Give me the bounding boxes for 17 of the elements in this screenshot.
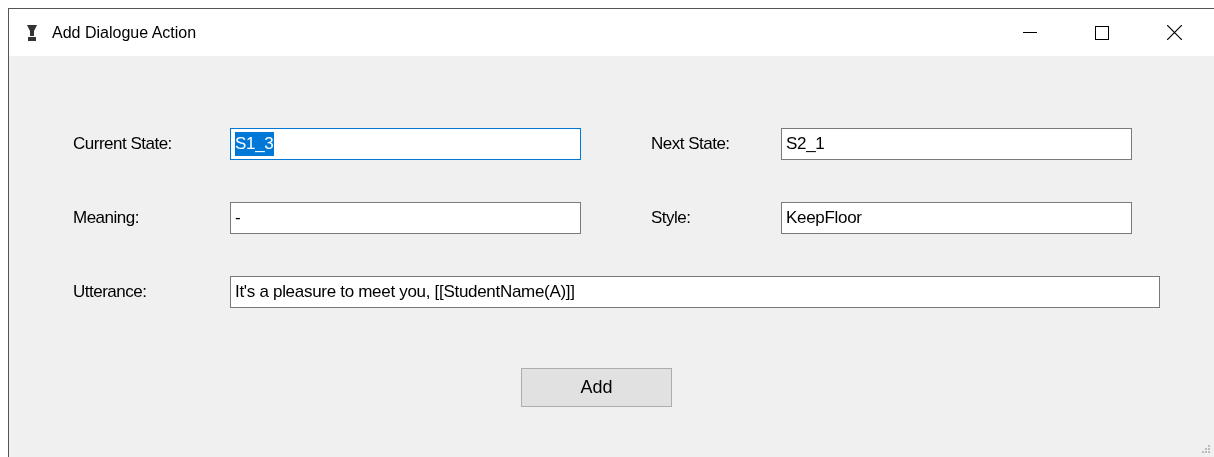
text-field[interactable]: S1_3 <box>230 128 581 160</box>
close-icon <box>1166 25 1182 40</box>
text-field[interactable]: KeepFloor <box>781 202 1132 234</box>
resize-grip-icon <box>1201 444 1211 454</box>
window-title: Add Dialogue Action <box>52 22 197 43</box>
text-field[interactable]: It's a pleasure to meet you, [[StudentName(A)]] <box>230 276 1160 308</box>
app-icon <box>26 23 38 42</box>
text-field[interactable]: S2_1 <box>781 128 1132 160</box>
minimize-icon <box>1023 32 1037 33</box>
field-label: Style: <box>651 207 692 230</box>
text-field[interactable]: - <box>230 202 581 234</box>
maximize-icon <box>1095 25 1109 40</box>
field-label: Current State: <box>73 133 173 156</box>
add-button[interactable]: Add <box>521 368 672 407</box>
field-label: Next State: <box>651 133 731 156</box>
field-label: Meaning: <box>73 207 140 230</box>
field-label: Utterance: <box>73 281 148 304</box>
